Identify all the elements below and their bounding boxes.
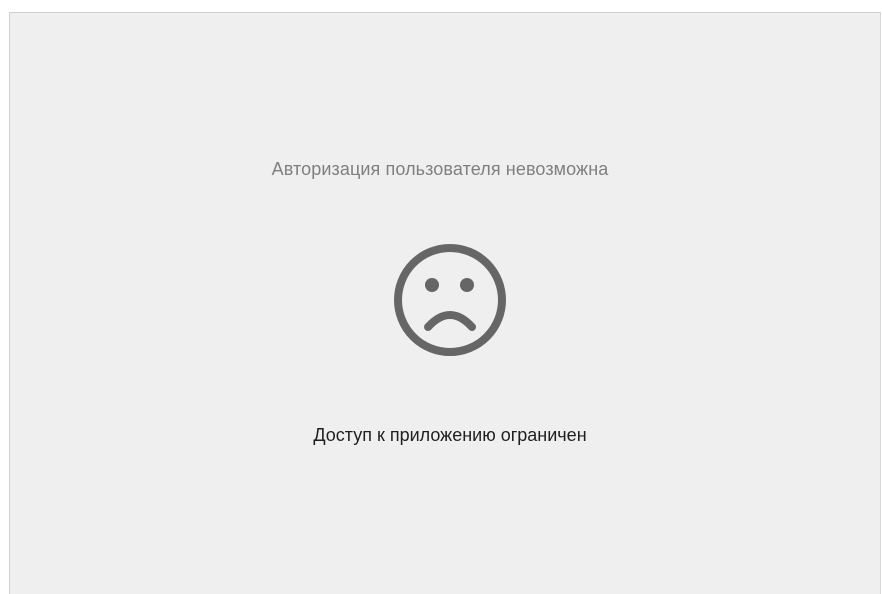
error-title: Авторизация пользователя невозможна	[271, 159, 609, 179]
access-restricted-message: Доступ к приложению ограничен	[313, 425, 587, 445]
sad-face-icon	[391, 241, 509, 359]
